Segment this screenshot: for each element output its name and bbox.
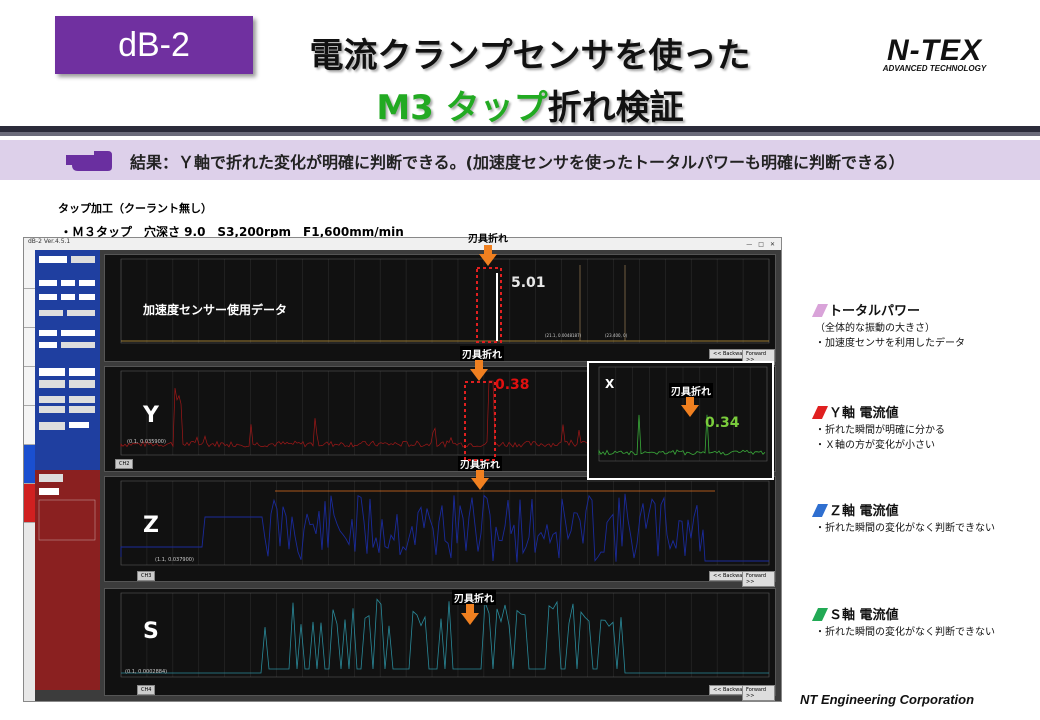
title-rest: 折れ検証 [547,88,684,128]
result-text: 結果：Ｙ軸で折れた変化が明確に判断できる。(加速度センサを使ったトータルパワーも… [130,153,905,172]
s-current-plot [120,592,770,678]
accel-readout-2: (23.400, 0) [605,333,628,338]
channel-select[interactable]: CH4 [137,685,156,695]
logo-main: N-TEX [887,34,982,67]
accel-data-label: 加速度センサー使用データ [143,303,288,317]
y-peak-value: 0.38 [495,377,530,393]
x-axis-label: X [605,377,615,391]
waveform-trace [121,598,769,674]
forward-button[interactable]: Forward >> [742,685,775,701]
swatch-y [811,406,829,419]
sidebar-tab[interactable] [24,484,35,523]
section-badge: dB-2 [55,16,253,74]
z-current-plot [120,480,770,566]
logo-sub: ADVANCED TECHNOLOGY [882,64,987,73]
window-titlebar: dB-2 Ver.4.5.1 — □ ✕ [24,238,781,250]
divider [0,132,1040,136]
legend-head: Ｓ軸 電流値 [829,608,899,623]
legend-line: （全体的な振動の大きさ） [815,323,935,334]
legend-line: ・折れた瞬間の変化がなく判断できない [815,627,995,638]
accel-readout-1: (21.1, 0.0048187) [545,333,582,338]
legend-head: トータルパワー [829,304,921,319]
s-readout: (0.1, 0.0002884) [125,669,168,675]
page-title-line2: M3 タップ折れ検証 [250,80,810,129]
z-readout: (1.1, 0.037900) [155,557,194,563]
alarm-panel [35,470,100,690]
window-controls[interactable]: — □ ✕ [746,239,775,248]
sidebar [24,250,35,701]
legend-total-power: トータルパワー （全体的な振動の大きさ） ・加速度センサを利用したデータ [811,300,965,349]
legend-y-current: Ｙ軸 電流値 ・折れた瞬間が明確に分かる ・Ｘ軸の方が変化が小さい [811,402,945,451]
swatch-z [811,504,829,517]
page-title-line1: 電流クランプセンサを使った [309,36,751,76]
waveform-trace [120,493,769,563]
forward-button[interactable]: Forward >> [742,571,775,587]
condition-title: タップ加工（クーラント無し） [58,202,212,215]
y-readout: (0.1, 0.035900) [127,439,166,445]
s-broken-label: 刃具折れ [452,590,496,605]
window-title: dB-2 Ver.4.5.1 [28,238,71,245]
chart-total-power: 加速度センサー使用データ 5.01 (21.1, 0.0048187) (23.… [104,254,776,365]
z-axis-label: Z [143,513,159,538]
x-current-plot [598,366,768,462]
sidebar-tab[interactable] [24,289,35,328]
x-peak-value: 0.34 [705,415,740,431]
sidebar-tab[interactable] [24,406,35,445]
swatch-s [811,608,829,621]
sidebar-tab[interactable] [24,367,35,406]
chart-z-current: Z (1.1, 0.037900) CH3 << Backward Forwar… [104,476,776,587]
accel-peak-value: 5.01 [511,275,546,291]
title-highlight: M3 タップ [376,88,548,128]
x-axis-inset: X 刃具折れ 0.34 [587,361,774,480]
z-broken-label: 刃具折れ [458,456,502,471]
s-axis-label: S [143,619,159,644]
x-broken-label: 刃具折れ [669,383,713,398]
sidebar-tab-active[interactable] [24,445,35,484]
legend-line: ・加速度センサを利用したデータ [815,338,965,349]
y-axis-label: Y [143,403,159,428]
footer-company: NT Engineering Corporation [800,692,975,707]
ntex-logo: N-TEX ADVANCED TECHNOLOGY [872,34,997,73]
chart-s-current: S (0.1, 0.0002884) CH4 << Backward Forwa… [104,588,776,701]
legend-s-current: Ｓ軸 電流値 ・折れた瞬間の変化がなく判断できない [811,604,995,638]
sidebar-tab[interactable] [24,250,35,289]
legend-head: Ｚ軸 電流値 [829,504,899,519]
legend-z-current: Ｚ軸 電流値 ・折れた瞬間の変化がなく判断できない [811,500,995,534]
channel-select[interactable]: CH2 [115,459,134,469]
settings-panel [35,250,100,470]
accel-broken-label: 刃具折れ [468,234,508,245]
sidebar-tab[interactable] [24,328,35,367]
legend-line: ・折れた瞬間が明確に分かる [815,425,945,436]
channel-select[interactable]: CH3 [137,571,156,581]
y-broken-label: 刃具折れ [460,346,504,361]
legend-line: ・折れた瞬間の変化がなく判断できない [815,523,995,534]
pointing-hand-icon [64,147,112,175]
legend-line: ・Ｘ軸の方が変化が小さい [815,440,935,451]
legend-head: Ｙ軸 電流値 [829,406,899,421]
waveform-trace [598,414,766,456]
swatch-total-power [811,304,829,317]
